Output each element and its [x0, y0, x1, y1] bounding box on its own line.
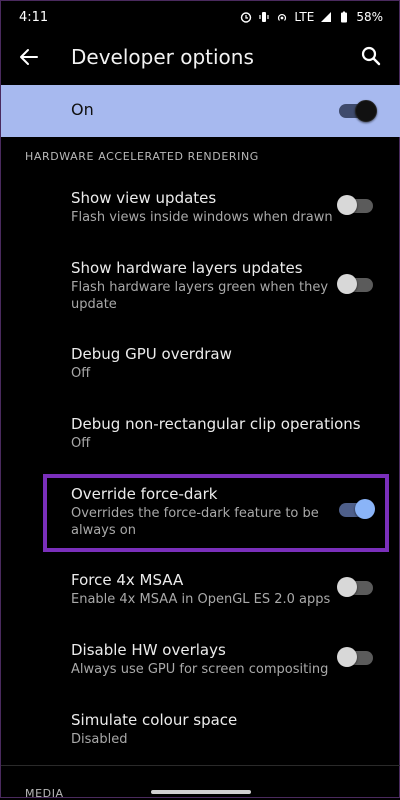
- alarm-icon: [241, 12, 252, 23]
- gesture-nav-handle[interactable]: [151, 790, 251, 794]
- setting-subtitle: Enable 4x MSAA in OpenGL ES 2.0 apps: [71, 592, 331, 607]
- setting-subtitle: Off: [71, 366, 91, 381]
- hotspot-icon: [278, 14, 287, 21]
- toggle-thumb: [355, 100, 377, 122]
- setting-title: Simulate colour space: [71, 711, 238, 729]
- force-4x-msaa-toggle[interactable]: [337, 577, 373, 597]
- setting-disable-hw-overlays[interactable]: Disable HW overlays Always use GPU for s…: [1, 639, 400, 683]
- status-bar: 4:11 LTE 58%: [1, 1, 399, 33]
- setting-subtitle: Flash views inside windows when drawn: [71, 210, 333, 225]
- setting-subtitle: Disabled: [71, 732, 128, 747]
- setting-title: Override force-dark: [71, 485, 218, 503]
- setting-title: Debug non-rectangular clip operations: [71, 415, 361, 433]
- status-icons: LTE 58%: [240, 10, 383, 24]
- setting-title: Show hardware layers updates: [71, 259, 303, 277]
- override-force-dark-toggle[interactable]: [339, 499, 375, 519]
- disable-hw-overlays-toggle[interactable]: [337, 647, 373, 667]
- network-type: LTE: [294, 10, 315, 24]
- vibrate-icon: [259, 12, 269, 22]
- page-title: Developer options: [71, 45, 254, 69]
- show-view-updates-toggle[interactable]: [337, 195, 373, 215]
- master-switch-label: On: [71, 100, 94, 119]
- back-arrow-icon[interactable]: [17, 45, 41, 69]
- section-header-hardware-rendering: HARDWARE ACCELERATED RENDERING: [25, 150, 259, 163]
- setting-simulate-colour-space[interactable]: Simulate colour space Disabled: [1, 709, 400, 753]
- status-time: 4:11: [19, 9, 49, 25]
- setting-subtitle: Always use GPU for screen compositing: [71, 662, 329, 677]
- toggle-thumb: [337, 195, 357, 215]
- setting-subtitle: Overrides the force-dark feature to be a…: [71, 506, 319, 538]
- setting-debug-non-rectangular-clip[interactable]: Debug non-rectangular clip operations Of…: [1, 413, 400, 457]
- toggle-thumb: [355, 499, 375, 519]
- section-divider: [1, 765, 400, 766]
- setting-title: Disable HW overlays: [71, 641, 226, 659]
- toggle-thumb: [337, 274, 357, 294]
- search-icon[interactable]: [359, 44, 383, 68]
- battery-percent: 58%: [356, 10, 383, 24]
- toggle-thumb: [337, 577, 357, 597]
- section-header-media: MEDIA: [25, 787, 64, 800]
- app-bar: Developer options: [1, 33, 399, 83]
- battery-icon: [341, 11, 348, 23]
- setting-debug-gpu-overdraw[interactable]: Debug GPU overdraw Off: [1, 343, 400, 387]
- setting-override-force-dark[interactable]: Override force-dark Overrides the force-…: [1, 483, 400, 543]
- setting-show-hardware-layers-updates[interactable]: Show hardware layers updates Flash hardw…: [1, 257, 400, 317]
- setting-title: Debug GPU overdraw: [71, 345, 232, 363]
- signal-icon: [321, 12, 332, 22]
- setting-show-view-updates[interactable]: Show view updates Flash views inside win…: [1, 187, 400, 239]
- setting-subtitle: Flash hardware layers green when they up…: [71, 280, 329, 312]
- setting-title: Force 4x MSAA: [71, 571, 184, 589]
- show-hardware-layers-toggle[interactable]: [337, 274, 373, 294]
- setting-subtitle: Off: [71, 436, 91, 451]
- setting-title: Show view updates: [71, 189, 217, 207]
- master-switch-bar[interactable]: On: [1, 85, 400, 137]
- master-toggle[interactable]: [339, 100, 377, 122]
- toggle-thumb: [337, 647, 357, 667]
- setting-force-4x-msaa[interactable]: Force 4x MSAA Enable 4x MSAA in OpenGL E…: [1, 569, 400, 613]
